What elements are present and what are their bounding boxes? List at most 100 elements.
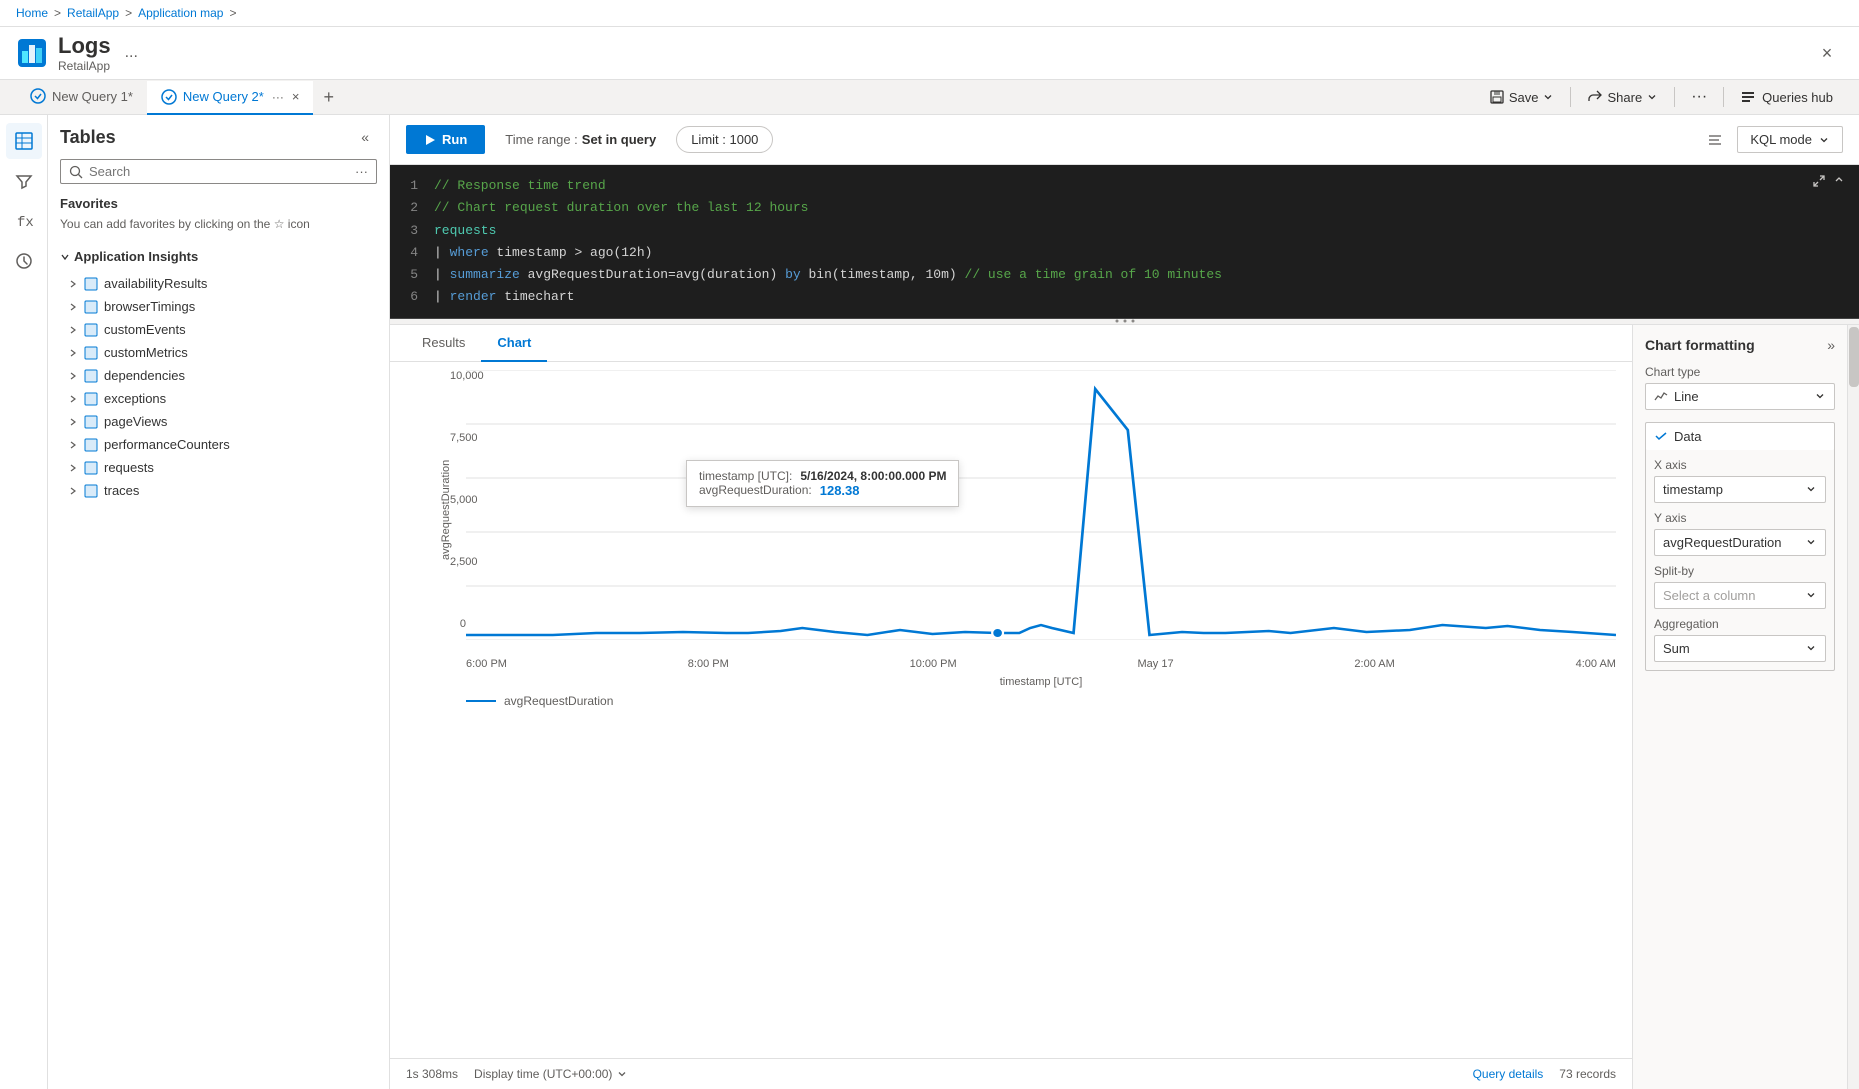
sidebar: fx Tables « ··· Favorites You ca — [0, 115, 390, 1089]
y-axis-select[interactable]: avgRequestDuration — [1654, 529, 1826, 556]
panel-collapse-button[interactable]: » — [1827, 337, 1835, 353]
share-chevron-icon — [1646, 91, 1658, 103]
chart-type-value: Line — [1674, 389, 1699, 404]
table-icon — [84, 392, 98, 406]
code-line-5: 5 | summarize avgRequestDuration=avg(dur… — [390, 264, 1859, 286]
tab-new-query-2[interactable]: New Query 2* ··· × — [147, 81, 314, 115]
table-item-browserTimings[interactable]: browserTimings — [60, 295, 377, 318]
results-tab[interactable]: Results — [406, 325, 481, 362]
chart-tab-label: Chart — [497, 335, 531, 350]
query-details-link[interactable]: Query details — [1473, 1067, 1544, 1081]
app-insights-label: Application Insights — [74, 249, 198, 264]
tree-expand-icon — [68, 348, 78, 358]
tree-expand-icon — [68, 440, 78, 450]
search-more-icon[interactable]: ··· — [355, 164, 368, 179]
breadcrumb-retailapp[interactable]: RetailApp — [67, 6, 119, 20]
aggregation-select[interactable]: Sum — [1654, 635, 1826, 662]
split-by-select[interactable]: Select a column — [1654, 582, 1826, 609]
table-name: performanceCounters — [104, 437, 230, 452]
breadcrumb-home[interactable]: Home — [16, 6, 48, 20]
data-section-header[interactable]: Data — [1646, 423, 1834, 450]
data-section: Data X axis timestamp — [1645, 422, 1835, 671]
records-count: 73 records — [1559, 1067, 1616, 1081]
y-axis-value: avgRequestDuration — [1663, 535, 1782, 550]
app-menu-icon[interactable]: ... — [125, 44, 138, 62]
panel-title: Chart formatting — [1645, 337, 1755, 353]
kql-mode-button[interactable]: KQL mode — [1737, 126, 1843, 153]
split-by-section: Split-by Select a column — [1654, 564, 1826, 609]
sidebar-content: Tables « ··· Favorites You can add favor… — [48, 115, 389, 1089]
table-item-customMetrics[interactable]: customMetrics — [60, 341, 377, 364]
time-range-button[interactable]: Time range : Set in query — [495, 127, 666, 152]
tab2-dots-icon[interactable]: ··· — [272, 90, 284, 104]
code-line-4: 4 | where timestamp > ago(12h) — [390, 242, 1859, 264]
x-axis-select[interactable]: timestamp — [1654, 476, 1826, 503]
table-icon — [84, 346, 98, 360]
chart-type-select[interactable]: Line — [1645, 383, 1835, 410]
sidebar-nav-history[interactable] — [6, 243, 42, 279]
breadcrumb-appmap[interactable]: Application map — [138, 6, 223, 20]
sidebar-collapse-button[interactable]: « — [353, 125, 377, 149]
aggregation-section: Aggregation Sum — [1654, 617, 1826, 662]
add-tab-button[interactable]: + — [313, 81, 344, 114]
results-main: Results Chart avgRequestDuration — [390, 325, 1632, 1089]
queries-hub-icon — [1740, 89, 1756, 105]
share-label: Share — [1607, 90, 1642, 105]
vertical-scrollbar[interactable] — [1847, 325, 1859, 1089]
tab-new-query-1[interactable]: New Query 1* — [16, 80, 147, 114]
y-axis-chevron-icon — [1805, 536, 1817, 548]
sidebar-nav-tables[interactable] — [6, 123, 42, 159]
code-line-3: 3 requests — [390, 220, 1859, 242]
collapse-editor-icon[interactable] — [1831, 173, 1847, 189]
query-duration: 1s 308ms — [406, 1067, 458, 1081]
table-item-customEvents[interactable]: customEvents — [60, 318, 377, 341]
app-insights-section[interactable]: Application Insights — [60, 245, 377, 268]
app-logo-icon — [16, 37, 48, 69]
section-collapse-icon — [60, 252, 70, 262]
display-time-button[interactable]: Display time (UTC+00:00) — [474, 1067, 628, 1081]
table-name: requests — [104, 460, 154, 475]
tab2-close-icon[interactable]: × — [292, 89, 300, 104]
table-item-requests[interactable]: requests — [60, 456, 377, 479]
run-button[interactable]: Run — [406, 125, 485, 154]
table-item-exceptions[interactable]: exceptions — [60, 387, 377, 410]
filter-icon — [14, 171, 34, 191]
chart-svg — [466, 370, 1616, 640]
table-item-performanceCounters[interactable]: performanceCounters — [60, 433, 377, 456]
expand-editor-icon[interactable] — [1811, 173, 1827, 189]
sidebar-nav-filter[interactable] — [6, 163, 42, 199]
table-item-pageViews[interactable]: pageViews — [60, 410, 377, 433]
sidebar-nav-function[interactable]: fx — [6, 203, 42, 239]
aggregation-label: Aggregation — [1654, 617, 1826, 631]
queries-hub-button[interactable]: Queries hub — [1730, 84, 1843, 110]
sidebar-title: Tables — [60, 127, 116, 148]
table-name: exceptions — [104, 391, 166, 406]
chart-tab[interactable]: Chart — [481, 325, 547, 362]
tree-expand-icon — [68, 486, 78, 496]
legend-label: avgRequestDuration — [504, 694, 613, 708]
table-item-availabilityResults[interactable]: availabilityResults — [60, 272, 377, 295]
line-chart-icon — [1654, 389, 1668, 403]
table-name: customEvents — [104, 322, 186, 337]
limit-button[interactable]: Limit : 1000 — [676, 126, 773, 153]
format-query-button[interactable] — [1703, 128, 1727, 152]
code-line-2: 2 // Chart request duration over the las… — [390, 197, 1859, 219]
table-icon — [84, 415, 98, 429]
share-button[interactable]: Share — [1577, 84, 1668, 110]
status-bar: 1s 308ms Display time (UTC+00:00) Query … — [390, 1058, 1632, 1089]
query-tab-icon — [30, 88, 46, 104]
save-button[interactable]: Save — [1479, 84, 1565, 110]
table-icon — [84, 438, 98, 452]
table-icon — [84, 484, 98, 498]
save-label: Save — [1509, 90, 1539, 105]
table-item-dependencies[interactable]: dependencies — [60, 364, 377, 387]
close-window-button[interactable]: × — [1811, 37, 1843, 69]
search-input[interactable] — [89, 164, 349, 179]
more-actions-button[interactable]: ··· — [1681, 83, 1717, 111]
queries-hub-label: Queries hub — [1762, 90, 1833, 105]
results-area: Results Chart avgRequestDuration — [390, 325, 1859, 1089]
favorites-section-title: Favorites — [60, 196, 377, 211]
table-item-traces[interactable]: traces — [60, 479, 377, 502]
split-by-chevron-icon — [1805, 589, 1817, 601]
code-editor[interactable]: 1 // Response time trend 2 // Chart requ… — [390, 165, 1859, 319]
